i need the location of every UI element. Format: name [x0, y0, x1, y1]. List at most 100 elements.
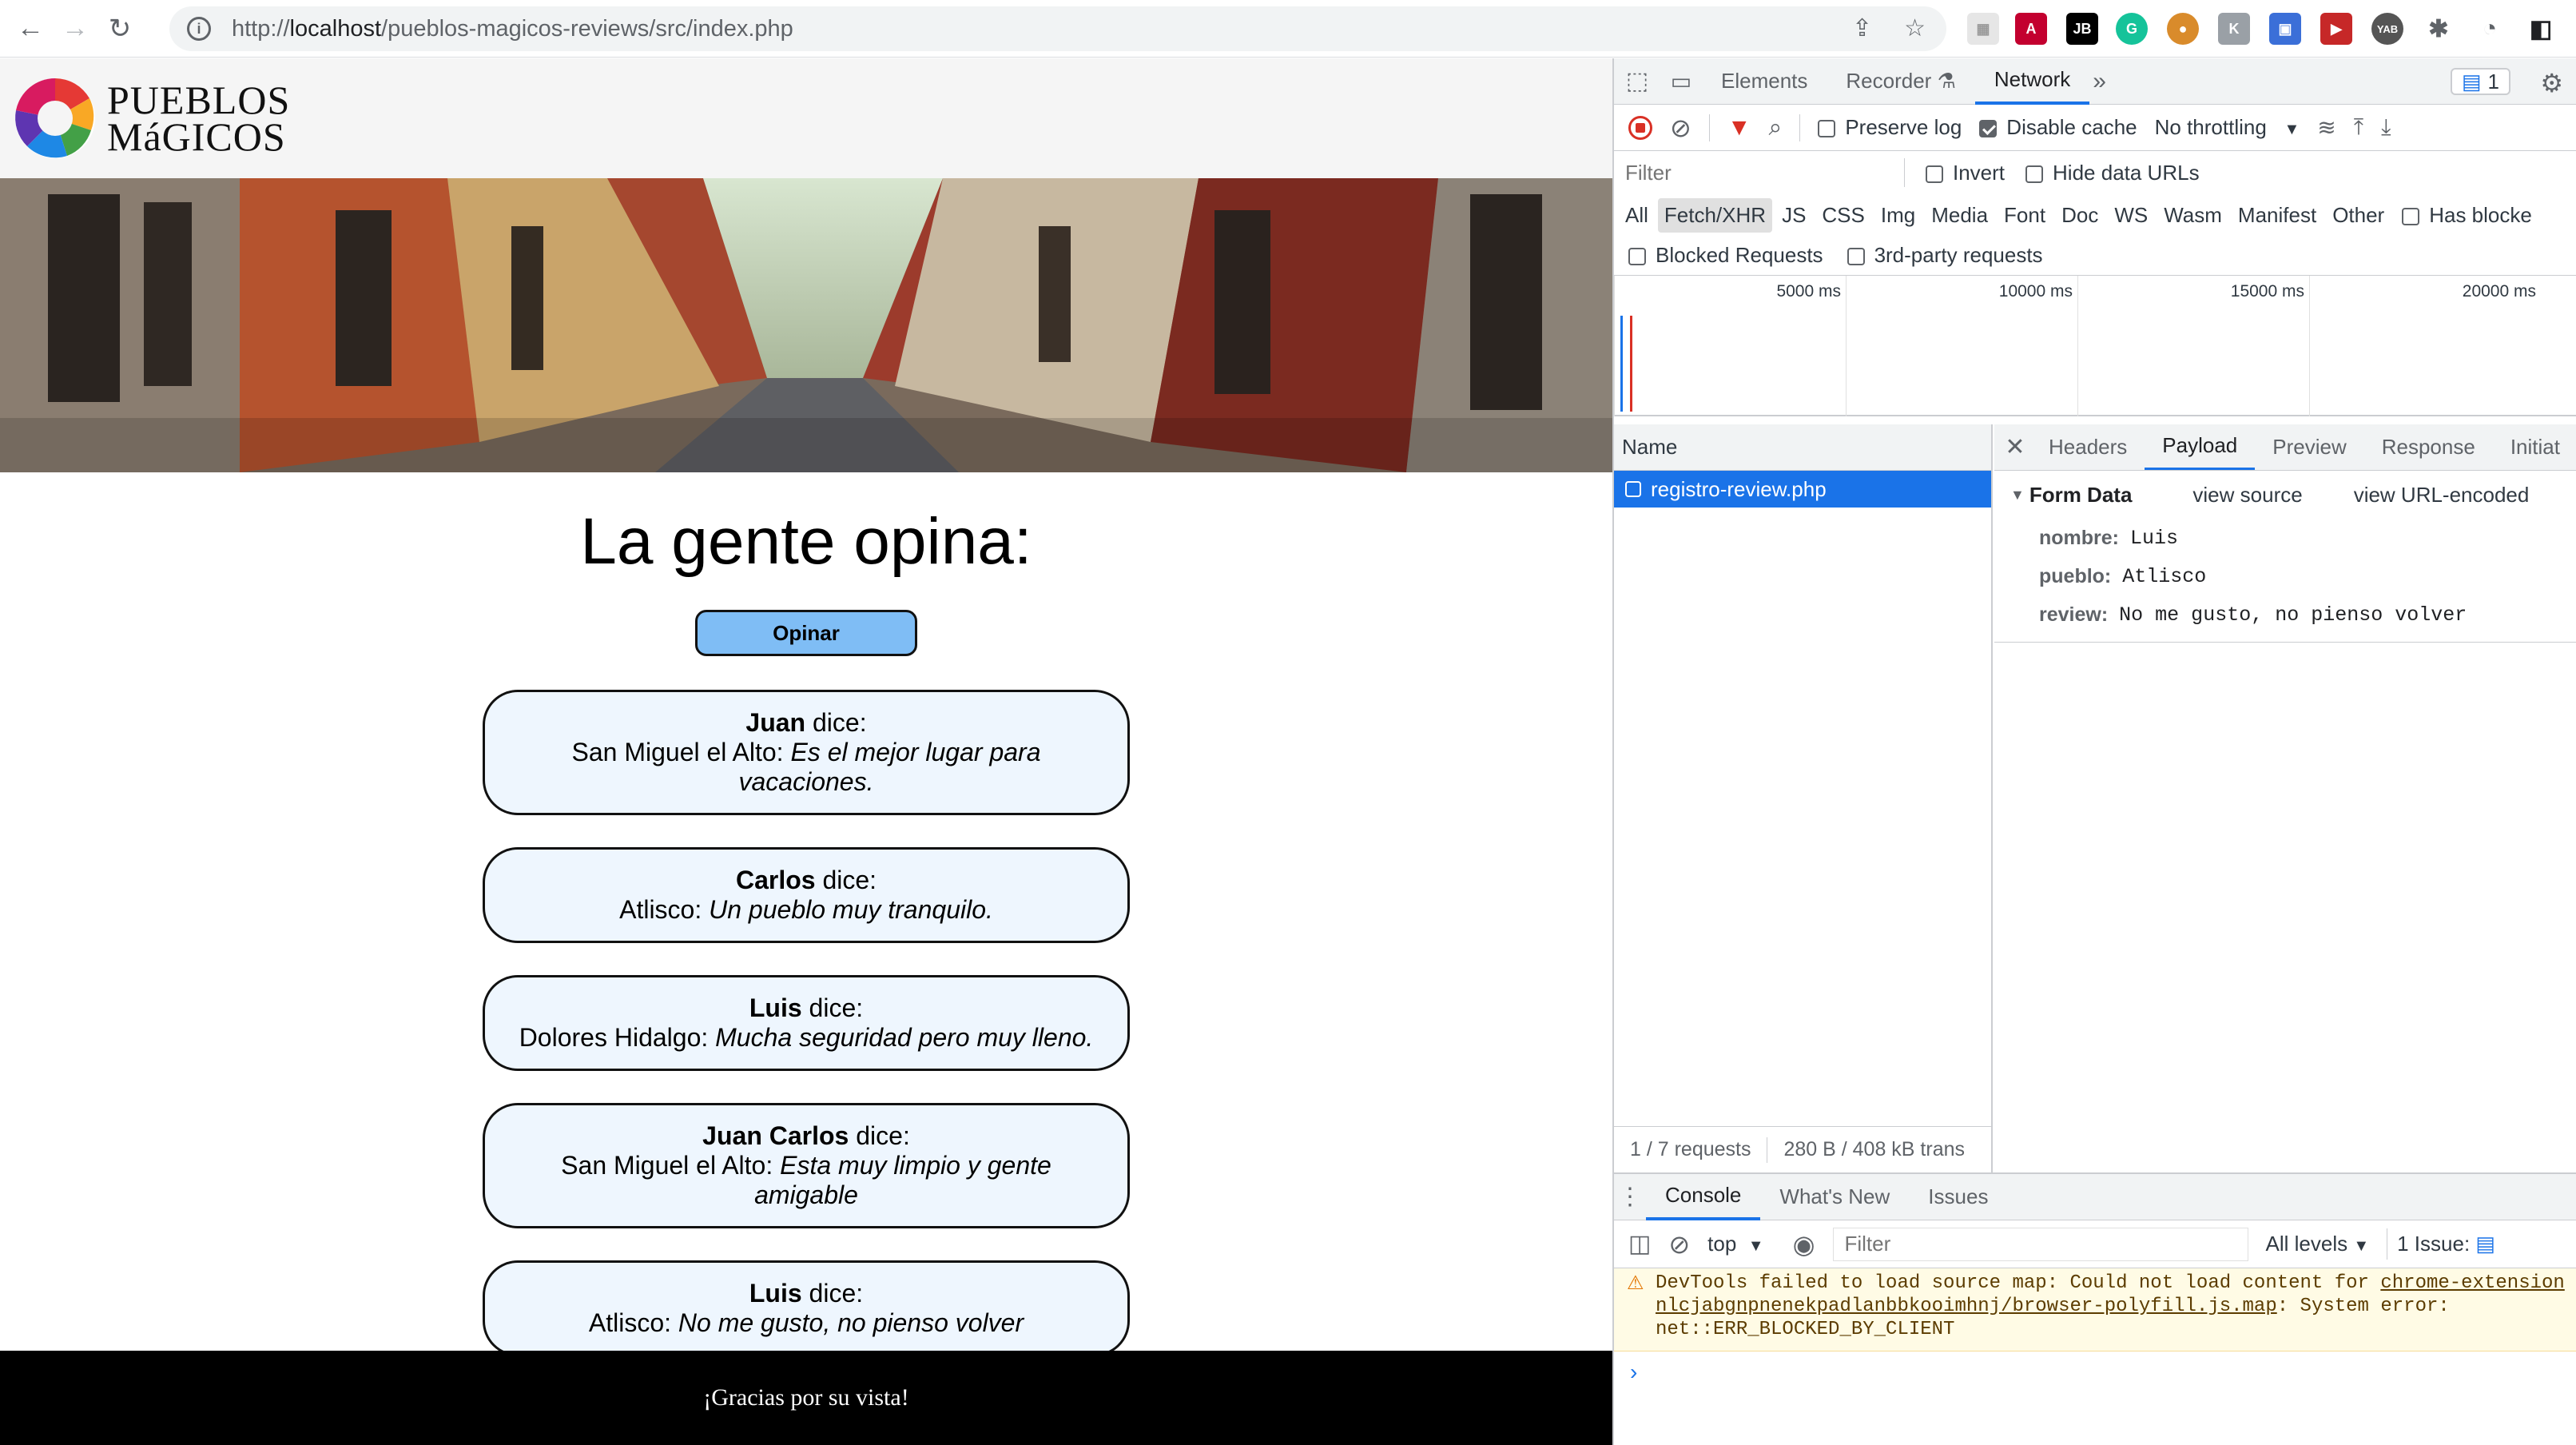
hide-data-urls-checkbox[interactable]: Hide data URLs — [2025, 161, 2200, 185]
tab-console[interactable]: Console — [1646, 1174, 1761, 1220]
review-says: dice: — [822, 866, 877, 894]
type-wasm[interactable]: Wasm — [2157, 198, 2228, 233]
detail-tabs: ✕ Headers Payload Preview Response Initi… — [1994, 424, 2576, 471]
logo-line1: PUEBLOS — [107, 78, 291, 122]
form-field-row: review: No me gusto, no pienso volver — [1994, 595, 2576, 634]
view-source-link[interactable]: view source — [2192, 483, 2302, 508]
side-panel-icon[interactable]: ◧ — [2525, 13, 2557, 45]
third-party-requests-checkbox[interactable]: 3rd-party requests — [1847, 243, 2043, 268]
form-field-row: nombre: Luis — [1994, 519, 2576, 557]
issues-counter[interactable]: ▤ 1 — [2450, 68, 2510, 95]
tab-issues[interactable]: Issues — [1909, 1174, 2007, 1220]
tab-preview[interactable]: Preview — [2255, 424, 2363, 470]
filter-funnel-icon[interactable]: ▼ — [1727, 114, 1751, 141]
bookmark-star-icon[interactable]: ☆ — [1904, 14, 1926, 42]
form-field-key: pueblo: — [2039, 564, 2112, 587]
network-conditions-icon[interactable]: ≋ — [2317, 114, 2335, 141]
record-extension-icon[interactable]: ▶ — [2320, 13, 2352, 45]
tab-initiator[interactable]: Initiat — [2493, 424, 2576, 470]
yab-extension-icon[interactable]: YAB — [2371, 13, 2403, 45]
import-har-icon[interactable]: ⤒ — [2354, 114, 2363, 141]
cookie-extension-icon[interactable]: ● — [2167, 13, 2199, 45]
warning-icon: ⚠ — [1627, 1272, 1644, 1294]
tab-whats-new[interactable]: What's New — [1760, 1174, 1909, 1220]
name-column-header[interactable]: Name — [1614, 424, 1991, 471]
tab-headers[interactable]: Headers — [2031, 424, 2145, 470]
tab-network[interactable]: Network — [1974, 58, 2090, 105]
url-text[interactable]: http://localhost/pueblos-magicos-reviews… — [232, 16, 793, 42]
clear-icon[interactable]: ⊘ — [1670, 113, 1691, 143]
review-says: dice: — [809, 993, 864, 1022]
type-media[interactable]: Media — [1925, 198, 1994, 233]
invert-checkbox[interactable]: Invert — [1926, 161, 2005, 185]
type-img[interactable]: Img — [1874, 198, 1922, 233]
tab-elements[interactable]: Elements — [1702, 58, 1827, 105]
preserve-log-checkbox[interactable]: Preserve log — [1818, 115, 1962, 140]
device-toolbar-icon[interactable]: ▭ — [1660, 68, 1702, 94]
share-icon[interactable]: ⇪ — [1852, 14, 1872, 42]
review-says: dice: — [856, 1121, 910, 1150]
live-expression-eye-icon[interactable]: ◉ — [1793, 1229, 1815, 1260]
source-map-path-link[interactable]: nlcjabgnpnenekpadlanbbkooimhnj/browser-p… — [1656, 1296, 2277, 1317]
form-data-section-header[interactable]: ▼ Form Data view source view URL-encoded — [1994, 471, 2576, 519]
issues-link[interactable]: 1 Issue: ▤ — [2387, 1228, 2505, 1260]
reload-icon[interactable]: ↻ — [97, 6, 142, 51]
tab-recorder[interactable]: Recorder ⚗ — [1827, 58, 1974, 105]
window-extension-icon[interactable]: ▣ — [2269, 13, 2301, 45]
has-blocked-cookies-checkbox[interactable]: Has blocke — [2402, 203, 2532, 228]
type-css[interactable]: CSS — [1815, 198, 1870, 233]
puzzle-gray-extension-icon[interactable]: K — [2218, 13, 2250, 45]
type-font[interactable]: Font — [1998, 198, 2052, 233]
form-field-value: Atlisco — [2122, 564, 2207, 588]
blocked-requests-checkbox[interactable]: Blocked Requests — [1628, 243, 1823, 268]
site-info-icon[interactable]: i — [187, 17, 211, 41]
drawer-menu-icon[interactable]: ⋮ — [1614, 1183, 1646, 1211]
angular-extension-icon[interactable]: A — [2015, 13, 2047, 45]
type-ws[interactable]: WS — [2108, 198, 2154, 233]
type-fetch-xhr[interactable]: Fetch/XHR — [1657, 197, 1773, 233]
view-url-encoded-link[interactable]: view URL-encoded — [2354, 483, 2530, 508]
search-icon[interactable]: ⌕ — [1769, 114, 1783, 141]
close-icon[interactable]: ✕ — [1999, 433, 2031, 461]
settings-gear-icon[interactable]: ⚙ — [2540, 68, 2563, 98]
network-timeline-overview[interactable]: 5000 ms 10000 ms 15000 ms 20000 ms — [1614, 276, 2576, 416]
record-stop-icon[interactable] — [1628, 115, 1652, 140]
source-map-link[interactable]: chrome-extension — [2380, 1272, 2564, 1294]
jb-extension-icon[interactable]: JB — [2066, 13, 2098, 45]
opinar-button[interactable]: Opinar — [695, 610, 917, 656]
form-field-row: pueblo: Atlisco — [1994, 557, 2576, 595]
web-page: PUEBLOS MáGICOS La gente opina: Opinar J… — [0, 58, 1612, 1445]
tab-response[interactable]: Response — [2364, 424, 2493, 470]
disable-cache-checkbox[interactable]: Disable cache — [1979, 115, 2137, 140]
type-manifest[interactable]: Manifest — [2232, 198, 2323, 233]
extensions-puzzle-icon[interactable]: ✱ — [2423, 13, 2455, 45]
review-author: Carlos — [735, 866, 816, 894]
pueblos-magicos-logo-icon — [15, 78, 95, 158]
inspect-element-icon[interactable]: ⬚ — [1614, 67, 1660, 95]
extension-grid-icon[interactable]: ▦ — [1967, 13, 1999, 45]
type-other[interactable]: Other — [2326, 198, 2391, 233]
console-clear-icon[interactable]: ⊘ — [1668, 1229, 1690, 1260]
console-filter-input[interactable] — [1832, 1227, 2248, 1261]
request-row[interactable]: registro-review.php — [1614, 471, 1991, 508]
tab-payload[interactable]: Payload — [2145, 424, 2256, 470]
type-doc[interactable]: Doc — [2055, 198, 2105, 233]
address-bar[interactable]: i http://localhost/pueblos-magicos-revie… — [169, 6, 1946, 51]
log-levels-select[interactable]: All levels ▼ — [2266, 1232, 2370, 1256]
type-all[interactable]: All — [1619, 198, 1655, 233]
console-prompt-icon[interactable]: › — [1630, 1359, 1637, 1385]
grammarly-extension-icon[interactable]: G — [2116, 13, 2148, 45]
site-header: PUEBLOS MáGICOS — [0, 58, 1612, 178]
type-js[interactable]: JS — [1775, 198, 1812, 233]
timeline-load-marker — [1630, 316, 1632, 412]
performance-icon[interactable]: ◔ — [2474, 13, 2506, 45]
console-sidebar-icon[interactable]: ◫ — [1628, 1230, 1651, 1258]
forward-icon[interactable]: → — [53, 6, 97, 51]
throttling-select[interactable]: No throttling ▼ — [2155, 115, 2300, 140]
export-har-icon[interactable]: ⤓ — [2381, 114, 2391, 141]
more-tabs-chevron-icon[interactable]: » — [2093, 68, 2106, 95]
back-icon[interactable]: ← — [8, 6, 53, 51]
form-field-value: Luis — [2130, 526, 2179, 550]
context-select[interactable]: top ▼ — [1707, 1232, 1763, 1256]
network-filter-input[interactable] — [1625, 158, 1905, 187]
